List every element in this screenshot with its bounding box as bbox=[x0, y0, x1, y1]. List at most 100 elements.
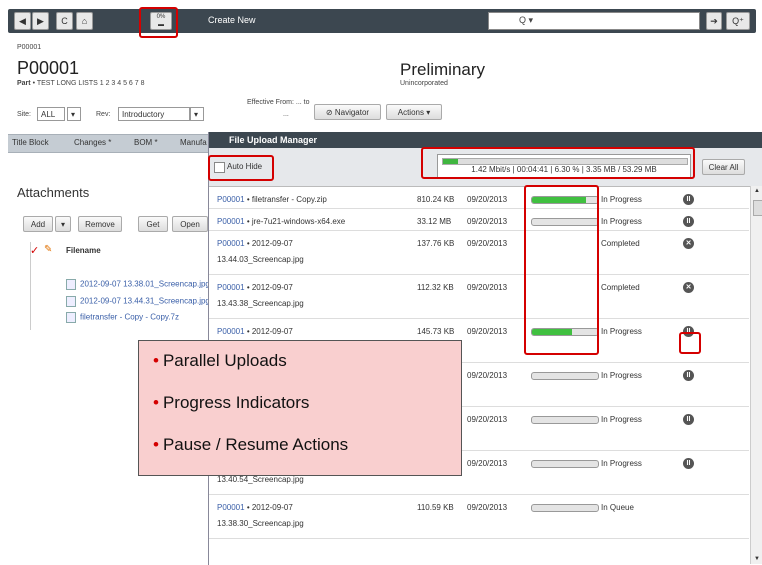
pause-icon[interactable]: II bbox=[683, 216, 694, 227]
upload-name-cell: P00001 • jre-7u21-windows-x64.exe bbox=[217, 217, 346, 226]
actions-menu[interactable]: Actions ▾ bbox=[386, 104, 442, 120]
chevron-down-icon: ▾ bbox=[194, 110, 199, 119]
add-button[interactable]: Add bbox=[23, 216, 53, 232]
upload-date: 09/20/2013 bbox=[467, 217, 508, 226]
upload-date: 09/20/2013 bbox=[467, 283, 508, 292]
search-icon: Q ▾ bbox=[519, 15, 534, 25]
part-link[interactable]: P00001 bbox=[217, 327, 245, 336]
create-new-link[interactable]: Create New bbox=[208, 15, 256, 25]
page-title: P00001 bbox=[17, 58, 80, 78]
upload-status: In Progress bbox=[601, 415, 642, 424]
callout-item: • Pause / Resume Actions bbox=[153, 435, 349, 454]
tab-manufacturers[interactable]: Manufa bbox=[180, 138, 207, 147]
search-go-button[interactable]: ➔ bbox=[706, 12, 722, 30]
remove-icon[interactable]: ✕ bbox=[683, 282, 694, 293]
file-row[interactable]: 2012-09-07 13.38.01_Screencap.jpg bbox=[66, 279, 210, 291]
upload-manager-title: File Upload Manager bbox=[209, 132, 762, 148]
tab-changes[interactable]: Changes * bbox=[74, 138, 111, 147]
progress-bars-highlight bbox=[524, 185, 599, 355]
part-link[interactable]: P00001 bbox=[217, 195, 245, 204]
back-button[interactable]: ◀ bbox=[14, 12, 31, 30]
rev-label: Rev: bbox=[96, 111, 111, 118]
upload-size: 810.24 KB bbox=[417, 195, 455, 204]
rev-select[interactable]: Introductory bbox=[118, 107, 190, 121]
advanced-search-icon: Q⁺ bbox=[732, 16, 744, 26]
add-dropdown[interactable]: ▾ bbox=[55, 216, 71, 232]
upload-row: P00001 • filetransfer - Copy.zip 810.24 K… bbox=[209, 186, 749, 209]
rev-dropdown-arrow[interactable]: ▾ bbox=[190, 107, 204, 121]
pause-icon[interactable]: II bbox=[683, 370, 694, 381]
upload-date: 09/20/2013 bbox=[467, 459, 508, 468]
scrollbar[interactable]: ▲ ▼ bbox=[750, 186, 762, 564]
advanced-search-button[interactable]: Q⁺ bbox=[726, 12, 750, 30]
auto-hide-highlight bbox=[208, 155, 274, 181]
upload-date: 09/20/2013 bbox=[467, 239, 508, 248]
navigator-button[interactable]: ⊘ Navigator bbox=[314, 104, 381, 120]
search-input[interactable]: Q ▾ bbox=[488, 12, 700, 30]
site-dropdown-arrow[interactable]: ▾ bbox=[67, 107, 81, 121]
upload-file-name: jre-7u21-windows-x64.exe bbox=[251, 217, 346, 226]
upload-file-name: 2012-09-07 bbox=[251, 239, 293, 248]
upload-size: 33.12 MB bbox=[417, 217, 452, 226]
file-icon bbox=[66, 296, 76, 307]
upload-file-name-cont: 13.38.30_Screencap.jpg bbox=[217, 519, 304, 528]
upload-file-name: 2012-09-07 bbox=[251, 283, 293, 292]
forward-button[interactable]: ▶ bbox=[32, 12, 49, 30]
tab-bom[interactable]: BOM * bbox=[134, 138, 158, 147]
upload-status: In Progress bbox=[601, 327, 642, 336]
pause-icon[interactable]: II bbox=[683, 414, 694, 425]
scroll-thumb[interactable] bbox=[753, 200, 762, 216]
upload-date: 09/20/2013 bbox=[467, 415, 508, 424]
effective-end: ... bbox=[283, 111, 289, 118]
upload-file-name: filetransfer - Copy.zip bbox=[251, 195, 327, 204]
file-row[interactable]: filetransfer - Copy - Copy.7z bbox=[66, 312, 179, 324]
open-button[interactable]: Open bbox=[172, 216, 208, 232]
pause-icon[interactable]: II bbox=[683, 194, 694, 205]
get-button[interactable]: Get bbox=[138, 216, 168, 232]
upload-status: In Progress bbox=[601, 195, 642, 204]
upload-file-name-cont: 13.40.54_Screencap.jpg bbox=[217, 475, 304, 484]
remove-icon[interactable]: ✕ bbox=[683, 238, 694, 249]
upload-date: 09/20/2013 bbox=[467, 327, 508, 336]
home-button[interactable]: ⌂ bbox=[76, 12, 93, 30]
upload-status: Completed bbox=[601, 239, 640, 248]
upload-name-cell: P00001 • filetransfer - Copy.zip bbox=[217, 195, 327, 204]
arrow-right-icon: ➔ bbox=[710, 16, 718, 26]
top-toolbar: ◀ ▶ C ⌂ 0% ▬ Create New Q ▾ ➔ Q⁺ bbox=[8, 9, 756, 33]
upload-progress-bar bbox=[531, 372, 599, 380]
sub-status: Unincorporated bbox=[400, 80, 448, 87]
upload-progress-bar bbox=[531, 504, 599, 512]
upload-name-cell: P00001 • 2012-09-07 bbox=[217, 327, 293, 336]
scroll-up-icon: ▲ bbox=[754, 188, 760, 194]
upload-file-name-cont: 13.43.38_Screencap.jpg bbox=[217, 299, 304, 308]
chevron-down-icon: ▾ bbox=[60, 220, 65, 229]
upload-status: In Progress bbox=[601, 371, 642, 380]
file-row[interactable]: 2012-09-07 13.44.31_Screencap.jpg bbox=[66, 296, 210, 308]
part-link[interactable]: P00001 bbox=[217, 239, 245, 248]
callout-text: Parallel Uploads bbox=[162, 351, 287, 370]
upload-button-highlight bbox=[139, 7, 178, 38]
upload-status: In Progress bbox=[601, 459, 642, 468]
pause-icon[interactable]: II bbox=[683, 458, 694, 469]
refresh-icon: C bbox=[61, 16, 68, 26]
upload-file-name: 2012-09-07 bbox=[251, 503, 293, 512]
effective-label: Effective From: ... to bbox=[247, 99, 310, 106]
upload-status: Completed bbox=[601, 283, 640, 292]
upload-row: P00001 • jre-7u21-windows-x64.exe 33.12 M… bbox=[209, 208, 749, 231]
part-description: Part • TEST LONG LISTS 1 2 3 4 5 6 7 8 bbox=[17, 80, 145, 87]
site-select[interactable]: ALL bbox=[37, 107, 65, 121]
tab-title-block[interactable]: Title Block bbox=[12, 138, 49, 147]
upload-name-cell: P00001 • 2012-09-07 13.44.03_Screencap.jp… bbox=[217, 239, 304, 264]
upload-row: P00001 • 2012-09-07 13.43.38_Screencap.jp… bbox=[209, 274, 749, 319]
remove-button[interactable]: Remove bbox=[78, 216, 122, 232]
clear-all-button[interactable]: Clear All bbox=[702, 159, 745, 175]
effective-from-text: Effective From: bbox=[247, 99, 294, 106]
upload-name-cell: P00001 • 2012-09-07 13.38.30_Screencap.jp… bbox=[217, 503, 304, 528]
part-link[interactable]: P00001 bbox=[217, 217, 245, 226]
part-link[interactable]: P00001 bbox=[217, 503, 245, 512]
callout-text: Progress Indicators bbox=[162, 393, 310, 412]
pause-action-highlight bbox=[679, 332, 701, 354]
refresh-button[interactable]: C bbox=[56, 12, 73, 30]
part-link[interactable]: P00001 bbox=[217, 283, 245, 292]
part-label: Part bbox=[17, 80, 31, 87]
